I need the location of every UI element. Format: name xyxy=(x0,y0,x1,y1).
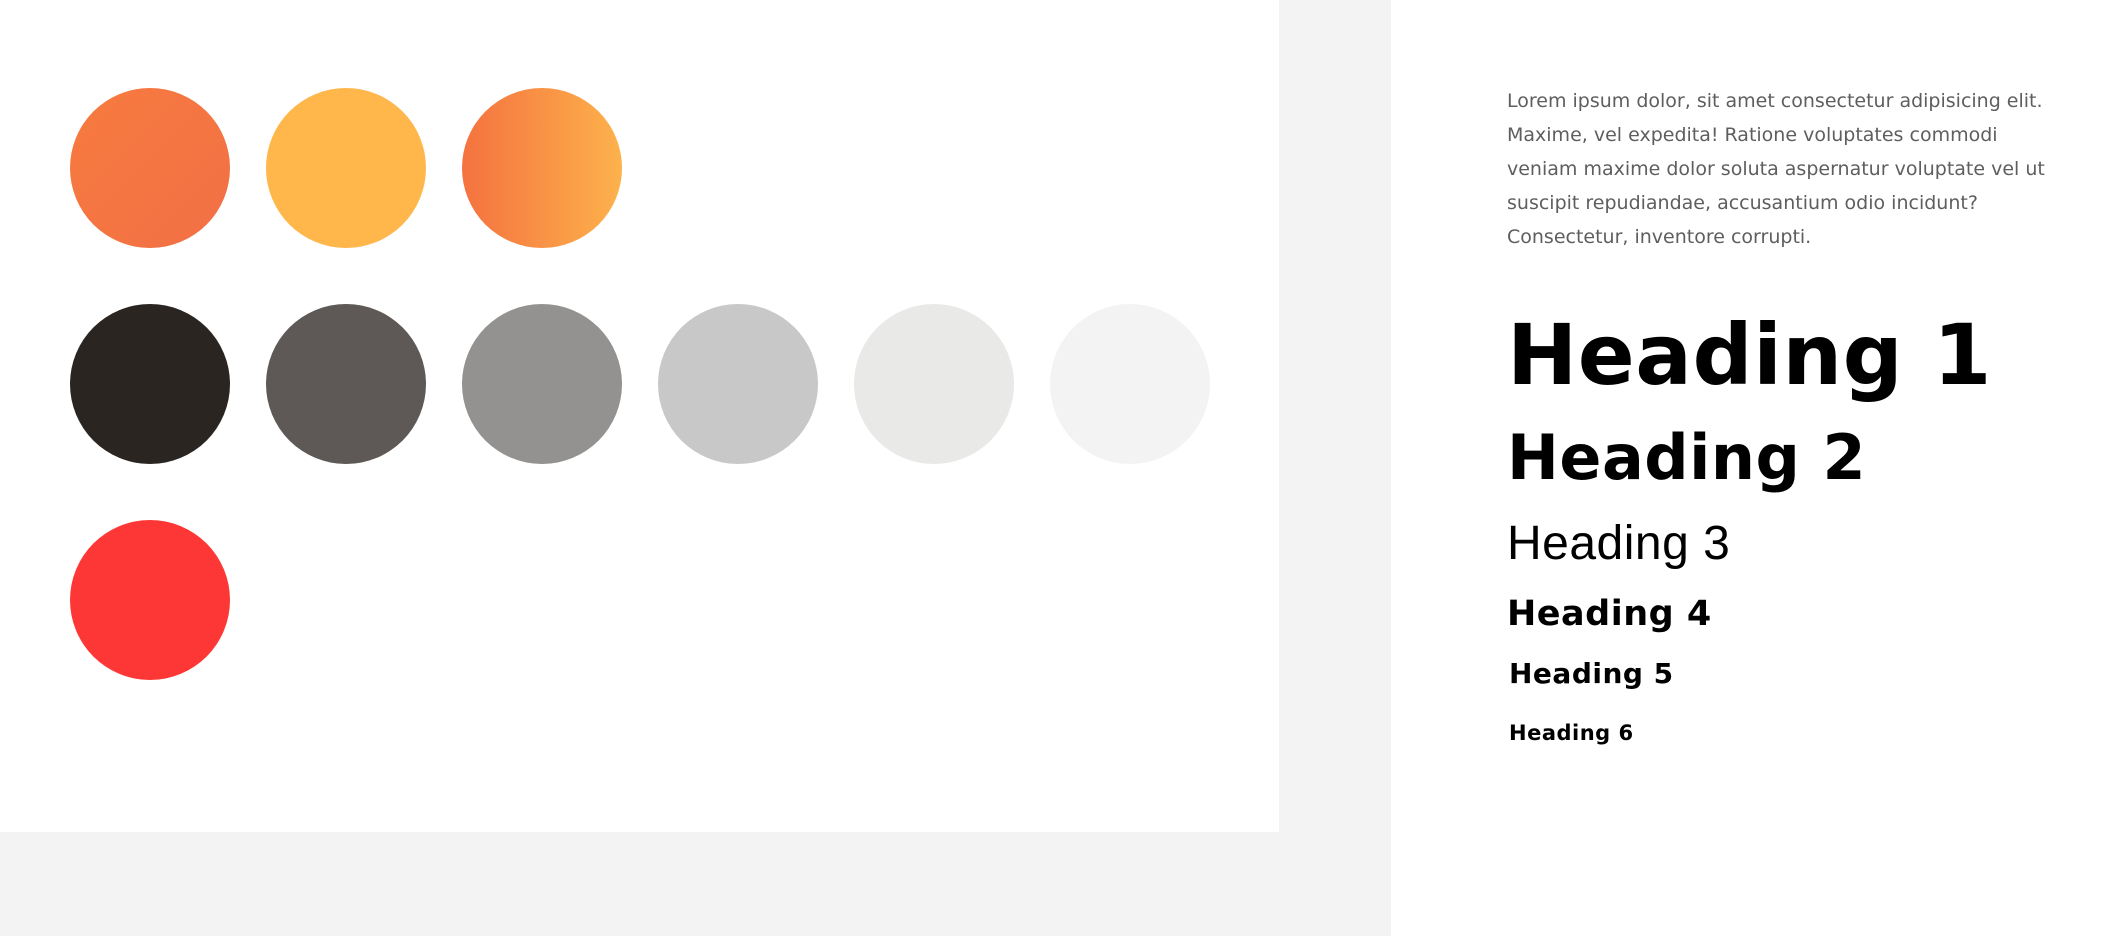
color-swatch-orange-amber-gradient xyxy=(462,88,622,248)
color-palette-panel xyxy=(0,0,1279,832)
color-swatch-orange-gradient xyxy=(70,88,230,248)
heading-3-sample: Heading 3 xyxy=(1507,517,1731,570)
heading-6-sample: Heading 6 xyxy=(1509,721,1634,745)
heading-2-sample: Heading 2 xyxy=(1507,421,1867,494)
heading-5-sample: Heading 5 xyxy=(1509,657,1674,690)
color-swatch-black xyxy=(70,304,230,464)
color-swatch-light-gray xyxy=(658,304,818,464)
color-swatch-pale-gray xyxy=(854,304,1014,464)
color-swatch-red xyxy=(70,520,230,680)
color-swatch-dark-gray xyxy=(266,304,426,464)
heading-1-sample: Heading 1 xyxy=(1507,306,1992,404)
color-swatch-mid-gray xyxy=(462,304,622,464)
color-swatch-amber xyxy=(266,88,426,248)
typography-panel: Lorem ipsum dolor, sit amet consectetur … xyxy=(1391,0,2112,936)
heading-4-sample: Heading 4 xyxy=(1507,594,1712,634)
color-swatch-off-white xyxy=(1050,304,1210,464)
body-text-sample: Lorem ipsum dolor, sit amet consectetur … xyxy=(1507,90,2045,248)
